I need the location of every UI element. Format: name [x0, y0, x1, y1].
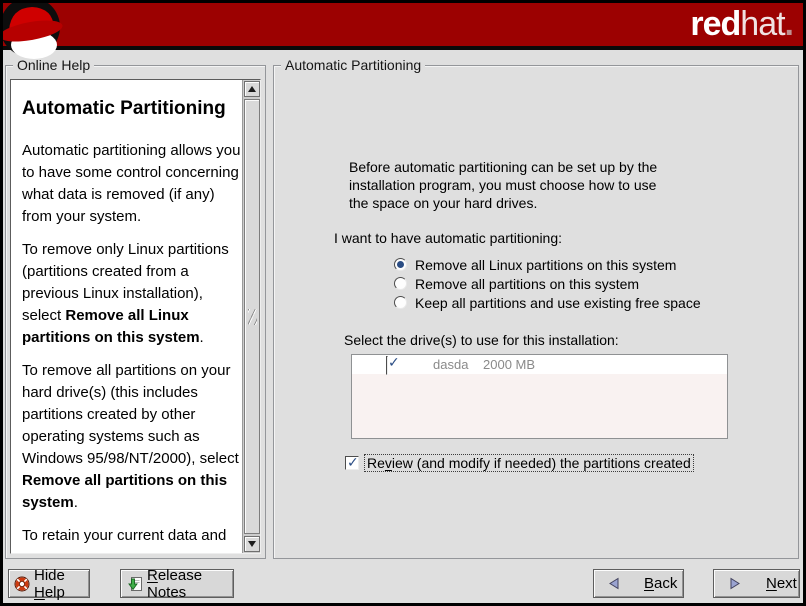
help-scrollbar[interactable] [242, 80, 260, 553]
radio-button-icon[interactable] [394, 296, 407, 309]
help-paragraph-clipped: To retain your current data and [22, 525, 241, 547]
scroll-up-button[interactable] [244, 81, 260, 97]
next-arrow-icon [727, 576, 742, 591]
next-label: Next [766, 575, 797, 592]
scrollbar-thumb[interactable] [244, 99, 260, 534]
scroll-up-icon [248, 86, 256, 92]
hide-help-label: Hide Help [34, 567, 89, 601]
help-paragraph: To remove only Linux partitions (partiti… [22, 239, 241, 349]
drive-list[interactable]: dasda 2000 MB [351, 354, 728, 439]
back-label: Back [644, 575, 677, 592]
automatic-partitioning-frame: Automatic Partitioning Before automatic … [273, 65, 799, 559]
radio-remove-linux-partitions[interactable]: Remove all Linux partitions on this syst… [394, 256, 676, 273]
radio-group-prompt: I want to have automatic partitioning: [334, 230, 562, 246]
review-partitions-option[interactable]: Review (and modify if needed) the partit… [345, 454, 694, 472]
radio-keep-all-partitions[interactable]: Keep all partitions and use existing fre… [394, 294, 701, 311]
header-banner: redhat. [3, 3, 803, 50]
scroll-down-icon [248, 541, 256, 547]
next-button[interactable]: Next [713, 569, 800, 598]
radio-label[interactable]: Keep all partitions and use existing fre… [415, 295, 701, 311]
radio-button-icon[interactable] [394, 277, 407, 290]
help-text-panel: Automatic Partitioning Automatic partiti… [10, 79, 261, 554]
release-notes-button[interactable]: Release Notes [120, 569, 234, 598]
radio-button-icon[interactable] [394, 258, 407, 271]
help-paragraph: To remove all partitions on your hard dr… [22, 360, 241, 514]
automatic-partitioning-frame-label: Automatic Partitioning [281, 57, 425, 73]
drive-select-prompt: Select the drive(s) to use for this inst… [344, 332, 619, 348]
life-preserver-icon [14, 576, 30, 592]
scroll-down-button[interactable] [244, 536, 260, 552]
drive-size: 2000 MB [483, 357, 535, 372]
radio-remove-all-partitions[interactable]: Remove all partitions on this system [394, 275, 639, 292]
drive-name: dasda [433, 357, 468, 372]
drive-checkbox[interactable] [386, 356, 388, 375]
drive-row-dasda[interactable]: dasda 2000 MB [352, 355, 727, 374]
release-notes-label: Release Notes [147, 567, 233, 601]
review-checkbox[interactable] [345, 456, 359, 470]
back-button[interactable]: Back [593, 569, 684, 598]
release-notes-page-icon [127, 576, 143, 592]
brand-period: . [785, 5, 793, 43]
brand-light-text: hat [740, 5, 784, 43]
help-content: Automatic Partitioning Automatic partiti… [11, 80, 242, 553]
redhat-shadowman-logo-icon [1, 0, 65, 64]
radio-label[interactable]: Remove all Linux partitions on this syst… [415, 257, 676, 273]
scrollbar-grip-icon [248, 309, 257, 325]
installer-window: redhat. Online Help Automatic Partitioni… [0, 0, 806, 606]
redhat-wordmark: redhat. [690, 5, 793, 44]
review-checkbox-label[interactable]: Review (and modify if needed) the partit… [364, 454, 694, 472]
intro-text: Before automatic partitioning can be set… [349, 158, 657, 212]
radio-label[interactable]: Remove all partitions on this system [415, 276, 639, 292]
hide-help-button[interactable]: Hide Help [8, 569, 90, 598]
brand-bold-text: red [690, 5, 740, 43]
help-title: Automatic Partitioning [22, 98, 241, 120]
help-paragraph: Automatic partitioning allows you to hav… [22, 140, 241, 228]
online-help-frame: Online Help Automatic Partitioning Autom… [5, 65, 266, 559]
back-arrow-icon [607, 576, 622, 591]
